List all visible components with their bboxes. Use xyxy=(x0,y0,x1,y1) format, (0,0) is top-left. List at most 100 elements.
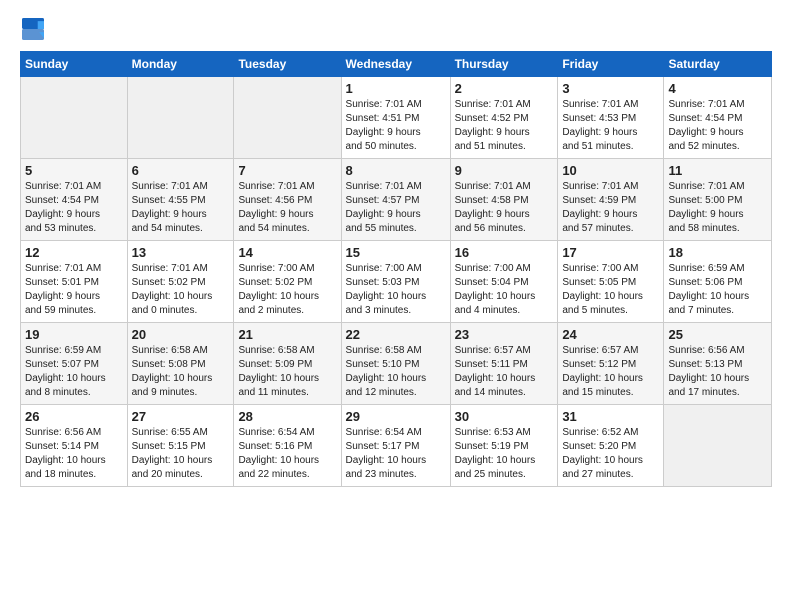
day-info: Sunrise: 7:01 AM Sunset: 4:57 PM Dayligh… xyxy=(346,180,446,236)
day-info: Sunrise: 6:58 AM Sunset: 5:08 PM Dayligh… xyxy=(132,344,230,400)
day-number: 28 xyxy=(238,409,336,424)
day-info: Sunrise: 7:01 AM Sunset: 4:58 PM Dayligh… xyxy=(455,180,554,236)
calendar-cell: 4 Sunrise: 7:01 AM Sunset: 4:54 PM Daylig… xyxy=(664,77,772,159)
day-info: Sunrise: 6:56 AM Sunset: 5:14 PM Dayligh… xyxy=(25,426,123,482)
day-number: 22 xyxy=(346,327,446,342)
day-info: Sunrise: 6:54 AM Sunset: 5:17 PM Dayligh… xyxy=(346,426,446,482)
day-number: 15 xyxy=(346,245,446,260)
day-info: Sunrise: 6:54 AM Sunset: 5:16 PM Dayligh… xyxy=(238,426,336,482)
calendar-cell: 5 Sunrise: 7:01 AM Sunset: 4:54 PM Daylig… xyxy=(21,159,128,241)
calendar-cell: 21 Sunrise: 6:58 AM Sunset: 5:09 PM Dayli… xyxy=(234,323,341,405)
day-number: 13 xyxy=(132,245,230,260)
day-number: 4 xyxy=(668,81,767,96)
calendar-cell: 7 Sunrise: 7:01 AM Sunset: 4:56 PM Daylig… xyxy=(234,159,341,241)
day-number: 6 xyxy=(132,163,230,178)
day-number: 8 xyxy=(346,163,446,178)
day-number: 2 xyxy=(455,81,554,96)
calendar-header-friday: Friday xyxy=(558,52,664,77)
day-info: Sunrise: 7:01 AM Sunset: 4:55 PM Dayligh… xyxy=(132,180,230,236)
day-number: 26 xyxy=(25,409,123,424)
day-info: Sunrise: 7:00 AM Sunset: 5:03 PM Dayligh… xyxy=(346,262,446,318)
day-number: 19 xyxy=(25,327,123,342)
day-number: 29 xyxy=(346,409,446,424)
calendar-cell: 2Sunrise: 7:01 AM Sunset: 4:52 PM Daylig… xyxy=(450,77,558,159)
calendar-cell: 20 Sunrise: 6:58 AM Sunset: 5:08 PM Dayli… xyxy=(127,323,234,405)
day-info: Sunrise: 7:01 AM Sunset: 4:56 PM Dayligh… xyxy=(238,180,336,236)
day-number: 17 xyxy=(562,245,659,260)
day-info: Sunrise: 6:55 AM Sunset: 5:15 PM Dayligh… xyxy=(132,426,230,482)
day-info: Sunrise: 6:58 AM Sunset: 5:10 PM Dayligh… xyxy=(346,344,446,400)
calendar-cell: 3 Sunrise: 7:01 AM Sunset: 4:53 PM Daylig… xyxy=(558,77,664,159)
calendar-cell: 14 Sunrise: 7:00 AM Sunset: 5:02 PM Dayli… xyxy=(234,241,341,323)
calendar-header-sunday: Sunday xyxy=(21,52,128,77)
day-number: 10 xyxy=(562,163,659,178)
calendar-header-tuesday: Tuesday xyxy=(234,52,341,77)
day-number: 3 xyxy=(562,81,659,96)
day-info: Sunrise: 7:00 AM Sunset: 5:02 PM Dayligh… xyxy=(238,262,336,318)
calendar-cell: 18Sunrise: 6:59 AM Sunset: 5:06 PM Dayli… xyxy=(664,241,772,323)
day-number: 21 xyxy=(238,327,336,342)
day-number: 5 xyxy=(25,163,123,178)
calendar-cell xyxy=(234,77,341,159)
calendar-cell: 31 Sunrise: 6:52 AM Sunset: 5:20 PM Dayli… xyxy=(558,405,664,487)
calendar-week-4: 19 Sunrise: 6:59 AM Sunset: 5:07 PM Dayli… xyxy=(21,323,772,405)
calendar-week-5: 26 Sunrise: 6:56 AM Sunset: 5:14 PM Dayli… xyxy=(21,405,772,487)
day-number: 27 xyxy=(132,409,230,424)
calendar-cell xyxy=(664,405,772,487)
calendar-cell: 23Sunrise: 6:57 AM Sunset: 5:11 PM Dayli… xyxy=(450,323,558,405)
calendar-cell: 22 Sunrise: 6:58 AM Sunset: 5:10 PM Dayli… xyxy=(341,323,450,405)
calendar-cell: 9 Sunrise: 7:01 AM Sunset: 4:58 PM Daylig… xyxy=(450,159,558,241)
calendar-cell: 28 Sunrise: 6:54 AM Sunset: 5:16 PM Dayli… xyxy=(234,405,341,487)
day-info: Sunrise: 7:01 AM Sunset: 4:54 PM Dayligh… xyxy=(668,98,767,154)
header xyxy=(20,18,772,45)
calendar-cell xyxy=(21,77,128,159)
day-number: 1 xyxy=(346,81,446,96)
day-info: Sunrise: 7:01 AM Sunset: 4:53 PM Dayligh… xyxy=(562,98,659,154)
calendar-header-thursday: Thursday xyxy=(450,52,558,77)
day-info: Sunrise: 7:01 AM Sunset: 5:00 PM Dayligh… xyxy=(668,180,767,236)
calendar-cell: 11Sunrise: 7:01 AM Sunset: 5:00 PM Dayli… xyxy=(664,159,772,241)
day-info: Sunrise: 6:59 AM Sunset: 5:07 PM Dayligh… xyxy=(25,344,123,400)
day-info: Sunrise: 7:01 AM Sunset: 5:02 PM Dayligh… xyxy=(132,262,230,318)
day-info: Sunrise: 6:58 AM Sunset: 5:09 PM Dayligh… xyxy=(238,344,336,400)
calendar-cell: 24Sunrise: 6:57 AM Sunset: 5:12 PM Dayli… xyxy=(558,323,664,405)
calendar-cell: 17Sunrise: 7:00 AM Sunset: 5:05 PM Dayli… xyxy=(558,241,664,323)
calendar-cell: 25 Sunrise: 6:56 AM Sunset: 5:13 PM Dayli… xyxy=(664,323,772,405)
day-number: 20 xyxy=(132,327,230,342)
calendar-cell: 19 Sunrise: 6:59 AM Sunset: 5:07 PM Dayli… xyxy=(21,323,128,405)
day-info: Sunrise: 6:56 AM Sunset: 5:13 PM Dayligh… xyxy=(668,344,767,400)
day-number: 30 xyxy=(455,409,554,424)
day-number: 16 xyxy=(455,245,554,260)
day-number: 12 xyxy=(25,245,123,260)
calendar-header-monday: Monday xyxy=(127,52,234,77)
day-info: Sunrise: 7:01 AM Sunset: 4:54 PM Dayligh… xyxy=(25,180,123,236)
calendar-week-2: 5 Sunrise: 7:01 AM Sunset: 4:54 PM Daylig… xyxy=(21,159,772,241)
calendar-table: SundayMondayTuesdayWednesdayThursdayFrid… xyxy=(20,51,772,487)
day-info: Sunrise: 7:00 AM Sunset: 5:04 PM Dayligh… xyxy=(455,262,554,318)
calendar-cell: 27 Sunrise: 6:55 AM Sunset: 5:15 PM Dayli… xyxy=(127,405,234,487)
day-info: Sunrise: 6:52 AM Sunset: 5:20 PM Dayligh… xyxy=(562,426,659,482)
day-number: 25 xyxy=(668,327,767,342)
day-number: 18 xyxy=(668,245,767,260)
calendar-cell: 29 Sunrise: 6:54 AM Sunset: 5:17 PM Dayli… xyxy=(341,405,450,487)
day-number: 9 xyxy=(455,163,554,178)
calendar-cell: 15 Sunrise: 7:00 AM Sunset: 5:03 PM Dayli… xyxy=(341,241,450,323)
day-number: 14 xyxy=(238,245,336,260)
day-info: Sunrise: 7:01 AM Sunset: 4:59 PM Dayligh… xyxy=(562,180,659,236)
calendar-cell: 12 Sunrise: 7:01 AM Sunset: 5:01 PM Dayli… xyxy=(21,241,128,323)
calendar-cell: 30 Sunrise: 6:53 AM Sunset: 5:19 PM Dayli… xyxy=(450,405,558,487)
calendar-week-1: 1 Sunrise: 7:01 AM Sunset: 4:51 PM Daylig… xyxy=(21,77,772,159)
calendar-cell: 13 Sunrise: 7:01 AM Sunset: 5:02 PM Dayli… xyxy=(127,241,234,323)
calendar-header-row: SundayMondayTuesdayWednesdayThursdayFrid… xyxy=(21,52,772,77)
calendar-week-3: 12 Sunrise: 7:01 AM Sunset: 5:01 PM Dayli… xyxy=(21,241,772,323)
calendar-cell: 1 Sunrise: 7:01 AM Sunset: 4:51 PM Daylig… xyxy=(341,77,450,159)
day-info: Sunrise: 6:57 AM Sunset: 5:11 PM Dayligh… xyxy=(455,344,554,400)
day-info: Sunrise: 7:01 AM Sunset: 4:51 PM Dayligh… xyxy=(346,98,446,154)
calendar-cell: 16 Sunrise: 7:00 AM Sunset: 5:04 PM Dayli… xyxy=(450,241,558,323)
day-info: Sunrise: 7:01 AM Sunset: 5:01 PM Dayligh… xyxy=(25,262,123,318)
day-number: 31 xyxy=(562,409,659,424)
calendar-cell: 6 Sunrise: 7:01 AM Sunset: 4:55 PM Daylig… xyxy=(127,159,234,241)
calendar-cell: 8 Sunrise: 7:01 AM Sunset: 4:57 PM Daylig… xyxy=(341,159,450,241)
day-info: Sunrise: 6:53 AM Sunset: 5:19 PM Dayligh… xyxy=(455,426,554,482)
day-number: 7 xyxy=(238,163,336,178)
